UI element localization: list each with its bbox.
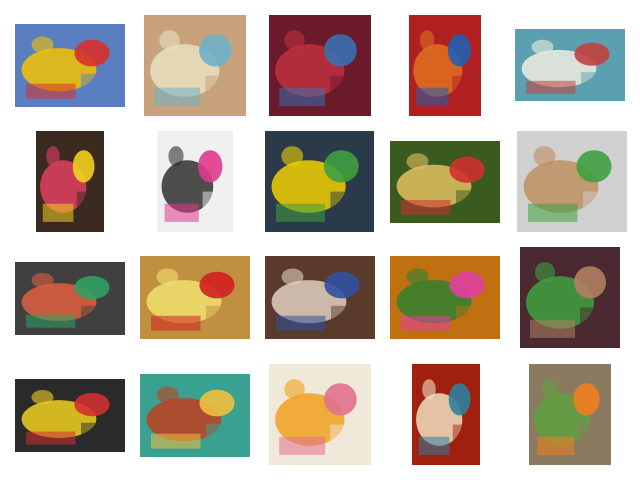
sushi-bento-tins-thumbnail[interactable] — [517, 131, 627, 232]
teal-bedroom-thumbnail[interactable] — [515, 29, 625, 101]
bedroom-headboard-thumbnail[interactable] — [144, 15, 246, 116]
baking-collage-thumbnail[interactable] — [269, 364, 371, 465]
craft-supplies-thumbnail[interactable] — [157, 131, 233, 232]
colorful-shelves-thumbnail[interactable] — [409, 15, 481, 116]
salad-collage-thumbnail[interactable] — [520, 247, 620, 348]
desk-items-flatlay-thumbnail[interactable] — [265, 256, 375, 339]
stir-fry-vegetables-thumbnail[interactable] — [390, 141, 500, 223]
fabric-scraps-thumbnail[interactable] — [269, 15, 371, 116]
green-vases-thumbnail[interactable] — [390, 256, 500, 339]
bento-dishes-thumbnail[interactable] — [140, 256, 250, 339]
fruit-lunchbox-thumbnail[interactable] — [15, 24, 125, 107]
toy-shelf-thumbnail[interactable] — [15, 379, 125, 452]
red-bathroom-thumbnail[interactable] — [412, 364, 480, 465]
yellow-objects-collage-thumbnail[interactable] — [265, 131, 374, 232]
television-desk-thumbnail[interactable] — [15, 262, 125, 335]
rainbow-cake-thumbnail[interactable] — [36, 131, 104, 232]
pizza-thumbnail[interactable] — [140, 374, 250, 457]
paper-craft-thumbnail[interactable] — [529, 364, 611, 465]
